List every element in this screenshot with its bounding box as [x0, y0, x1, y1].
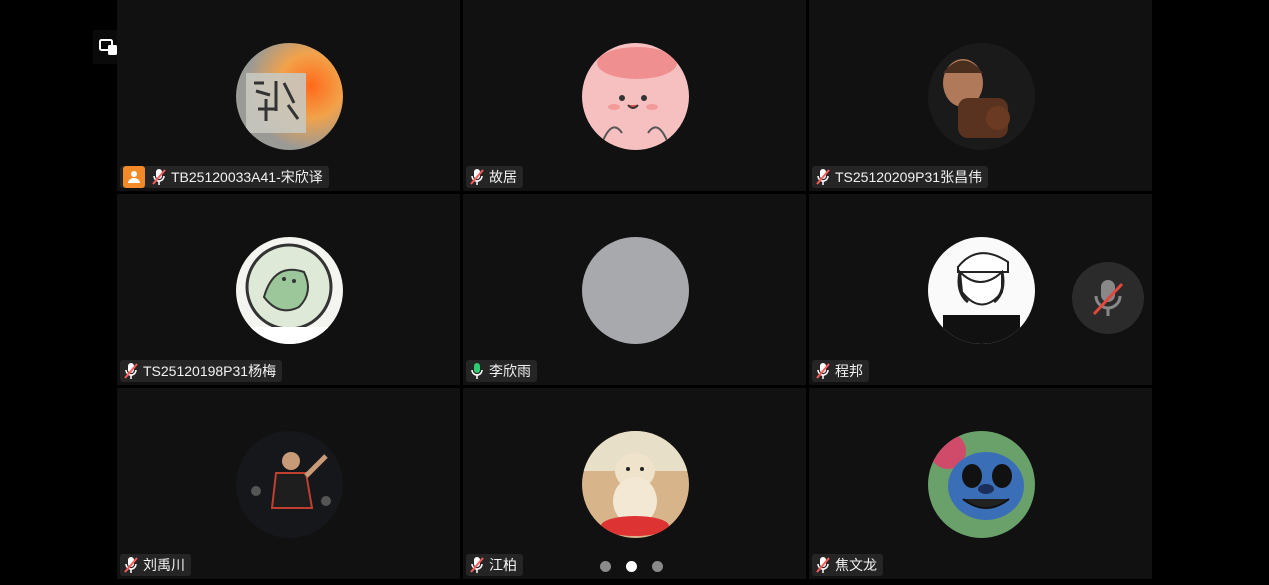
mic-muted-icon	[470, 169, 484, 185]
participant-name-tag: 焦文龙	[812, 554, 883, 576]
participant-tile[interactable]: 焦文龙	[809, 388, 1152, 579]
participant-tile[interactable]: 江柏	[463, 388, 806, 579]
avatar	[581, 431, 689, 538]
avatar	[235, 43, 343, 150]
mute-toggle-icon	[1092, 280, 1124, 316]
participant-name: TS25120198P31杨梅	[143, 363, 277, 379]
avatar	[927, 43, 1035, 150]
page-dot[interactable]	[600, 561, 611, 572]
page-dot-active[interactable]	[626, 561, 637, 572]
participant-tile[interactable]: 刘禹川	[117, 388, 460, 579]
mic-muted-icon	[816, 363, 830, 379]
participant-name: TB25120033A41-宋欣译	[171, 169, 323, 185]
participant-name-tag: TS25120209P31张昌伟	[812, 166, 989, 188]
participant-name: 故居	[489, 169, 517, 185]
mic-icon	[471, 363, 483, 379]
mic-muted-icon	[816, 169, 830, 185]
mic-muted-icon	[124, 557, 138, 573]
video-grid: TB25120033A41-宋欣译 故居 TS25120209P31张昌伟 TS…	[117, 0, 1152, 585]
page-dot[interactable]	[652, 561, 663, 572]
mic-muted-icon	[152, 169, 166, 185]
host-icon	[123, 166, 145, 188]
participant-name: 程邦	[835, 363, 863, 379]
participant-tile[interactable]: TS25120209P31张昌伟	[809, 0, 1152, 191]
mute-toggle-button[interactable]	[1072, 262, 1144, 334]
participant-tile[interactable]: 故居	[463, 0, 806, 191]
participant-tile[interactable]: TS25120198P31杨梅	[117, 194, 460, 385]
participant-name-tag: 程邦	[812, 360, 869, 382]
page-indicator[interactable]	[600, 561, 663, 572]
avatar	[927, 431, 1035, 538]
participant-name: 焦文龙	[835, 557, 877, 573]
avatar	[927, 237, 1035, 344]
avatar	[581, 43, 689, 150]
mic-muted-icon	[816, 557, 830, 573]
participant-name-tag: TB25120033A41-宋欣译	[120, 166, 329, 188]
avatar	[581, 237, 689, 344]
participant-tile[interactable]: TB25120033A41-宋欣译	[117, 0, 460, 191]
participant-name: 江柏	[489, 557, 517, 573]
participant-name-tag: 刘禹川	[120, 554, 191, 576]
participant-name-tag: TS25120198P31杨梅	[120, 360, 283, 382]
mic-muted-icon	[470, 557, 484, 573]
participant-name-tag: 李欣雨	[466, 360, 537, 382]
avatar	[235, 431, 343, 538]
participant-name: 刘禹川	[143, 557, 185, 573]
participant-name: TS25120209P31张昌伟	[835, 169, 983, 185]
participant-name-tag: 江柏	[466, 554, 523, 576]
participant-name-tag: 故居	[466, 166, 523, 188]
mic-muted-icon	[124, 363, 138, 379]
participants-icon	[99, 39, 117, 55]
participant-name: 李欣雨	[489, 363, 531, 379]
avatar	[235, 237, 343, 344]
participant-tile[interactable]: 李欣雨	[463, 194, 806, 385]
